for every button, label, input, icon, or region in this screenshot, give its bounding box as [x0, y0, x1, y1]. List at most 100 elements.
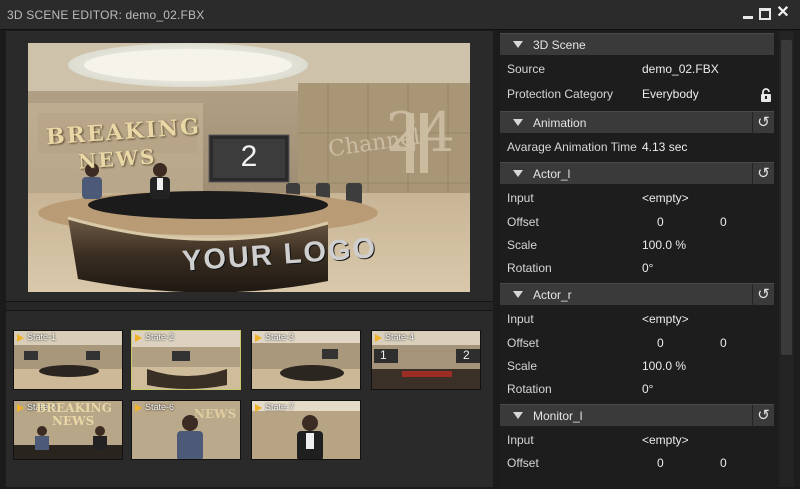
section-monitor-l[interactable]: Monitor_l ↺	[500, 404, 774, 427]
row-rotation: Rotation 0°	[500, 378, 774, 400]
scene-preview[interactable]: BREAKING NEWS 2 Channel 24 YOUR LOGO	[28, 43, 470, 292]
play-marker-icon	[17, 334, 24, 342]
section-actor-r[interactable]: Actor_r ↺	[500, 283, 774, 306]
scale-value[interactable]: 100.0 %	[642, 359, 686, 373]
offset-y-value[interactable]: 0	[720, 215, 727, 229]
state-label: State-4	[385, 332, 415, 342]
source-label: Source	[507, 62, 546, 76]
row-input: Input <empty>	[500, 429, 774, 451]
state-label: State-7	[265, 402, 295, 412]
protection-label: Protection Category	[507, 87, 614, 101]
thumb-news-text: NEWS	[52, 414, 95, 428]
preview-area: BREAKING NEWS 2 Channel 24 YOUR LOGO	[6, 31, 493, 302]
play-marker-icon	[255, 334, 262, 342]
triangle-down-icon[interactable]	[513, 170, 523, 177]
triangle-down-icon[interactable]	[513, 412, 523, 419]
protection-value[interactable]: Everybody	[642, 87, 699, 101]
input-label: Input	[507, 433, 534, 447]
state-thumbnail[interactable]: State-1	[13, 330, 123, 390]
state-thumbnail[interactable]: State-5 BREAKING NEWS	[13, 400, 123, 460]
rotation-value[interactable]: 0°	[642, 261, 653, 275]
offset-label: Offset	[507, 215, 539, 229]
row-offset: Offset 0 0	[500, 211, 774, 233]
state-thumbnail[interactable]: State-4 1 2	[371, 330, 481, 390]
state-label: State-2	[145, 332, 175, 342]
input-label: Input	[507, 191, 534, 205]
triangle-down-icon[interactable]	[513, 41, 523, 48]
row-source: Source demo_02.FBX	[500, 58, 774, 80]
section-title: Monitor_l	[533, 409, 583, 423]
row-input: Input <empty>	[500, 308, 774, 330]
state-label: State-3	[265, 332, 295, 342]
section-actor-l[interactable]: Actor_l ↺	[500, 162, 774, 185]
play-marker-icon	[135, 404, 142, 412]
reset-icon[interactable]: ↺	[752, 163, 774, 185]
states-panel: State-1 State-2 State-3 State-4 1 2 Stat…	[6, 310, 493, 487]
offset-x-value[interactable]: 0	[657, 215, 664, 229]
offset-label: Offset	[507, 456, 539, 470]
avg-animation-label: Avarage Animation Time	[507, 140, 637, 154]
section-title: Animation	[533, 116, 587, 130]
close-icon[interactable]: ✕	[776, 5, 790, 21]
section-3d-scene[interactable]: 3D Scene	[500, 33, 774, 55]
source-value[interactable]: demo_02.FBX	[642, 62, 719, 76]
monitor-number: 2	[240, 140, 258, 173]
section-title: Actor_l	[533, 167, 571, 181]
triangle-down-icon[interactable]	[513, 119, 523, 126]
play-marker-icon	[135, 334, 142, 342]
input-value[interactable]: <empty>	[642, 191, 689, 205]
row-offset: Offset 0 0	[500, 332, 774, 354]
left-panel: BREAKING NEWS 2 Channel 24 YOUR LOGO Sta…	[6, 31, 493, 487]
play-marker-icon	[375, 334, 382, 342]
scale-value[interactable]: 100.0 %	[642, 238, 686, 252]
unlock-icon[interactable]	[759, 88, 773, 102]
channel-number: 24	[386, 101, 455, 164]
window-title: 3D SCENE EDITOR: demo_02.FBX	[7, 8, 205, 22]
scale-label: Scale	[507, 359, 538, 373]
maximize-icon[interactable]	[759, 8, 771, 20]
play-marker-icon	[17, 404, 24, 412]
section-title: 3D Scene	[533, 38, 586, 52]
section-title: Actor_r	[533, 288, 572, 302]
properties-panel: 3D Scene Source demo_02.FBX Protection C…	[500, 31, 800, 487]
avg-animation-value: 4.13 sec	[642, 140, 688, 154]
state-label: State-6	[145, 402, 175, 412]
reset-icon[interactable]: ↺	[752, 112, 774, 134]
thumb-news-text: NEWS	[194, 407, 237, 421]
scale-label: Scale	[507, 238, 538, 252]
row-rotation: Rotation 0°	[500, 257, 774, 279]
row-offset: Offset 0 0	[500, 452, 774, 474]
row-input: Input <empty>	[500, 187, 774, 209]
offset-label: Offset	[507, 336, 539, 350]
state-thumbnail[interactable]: State-3	[251, 330, 361, 390]
scrollbar-thumb[interactable]	[781, 40, 792, 355]
row-protection: Protection Category Everybody	[500, 83, 774, 105]
input-value[interactable]: <empty>	[642, 433, 689, 447]
offset-y-value[interactable]: 0	[720, 336, 727, 350]
offset-x-value[interactable]: 0	[657, 336, 664, 350]
minimize-icon[interactable]	[742, 8, 754, 20]
triangle-down-icon[interactable]	[513, 291, 523, 298]
thumb-breaking-text: BREAKING	[36, 401, 112, 415]
reset-icon[interactable]: ↺	[752, 284, 774, 306]
thumb-monitor-2: 2	[463, 348, 470, 362]
rotation-value[interactable]: 0°	[642, 382, 653, 396]
offset-x-value[interactable]: 0	[657, 456, 664, 470]
offset-y-value[interactable]: 0	[720, 456, 727, 470]
row-avg-animation: Avarage Animation Time 4.13 sec	[500, 136, 774, 158]
thumb-monitor-1: 1	[380, 348, 387, 362]
title-bar: 3D SCENE EDITOR: demo_02.FBX ✕	[0, 0, 800, 30]
play-marker-icon	[255, 404, 262, 412]
state-thumbnail[interactable]: State-6 NEWS	[131, 400, 241, 460]
reset-icon[interactable]: ↺	[752, 405, 774, 427]
input-label: Input	[507, 312, 534, 326]
state-label: State-1	[27, 332, 57, 342]
row-scale: Scale 100.0 %	[500, 234, 774, 256]
row-scale: Scale 100.0 %	[500, 355, 774, 377]
state-thumbnail[interactable]: State-2	[131, 330, 241, 390]
section-animation[interactable]: Animation ↺	[500, 111, 774, 134]
input-value[interactable]: <empty>	[642, 312, 689, 326]
rotation-label: Rotation	[507, 261, 552, 275]
rotation-label: Rotation	[507, 382, 552, 396]
state-thumbnail[interactable]: State-7	[251, 400, 361, 460]
